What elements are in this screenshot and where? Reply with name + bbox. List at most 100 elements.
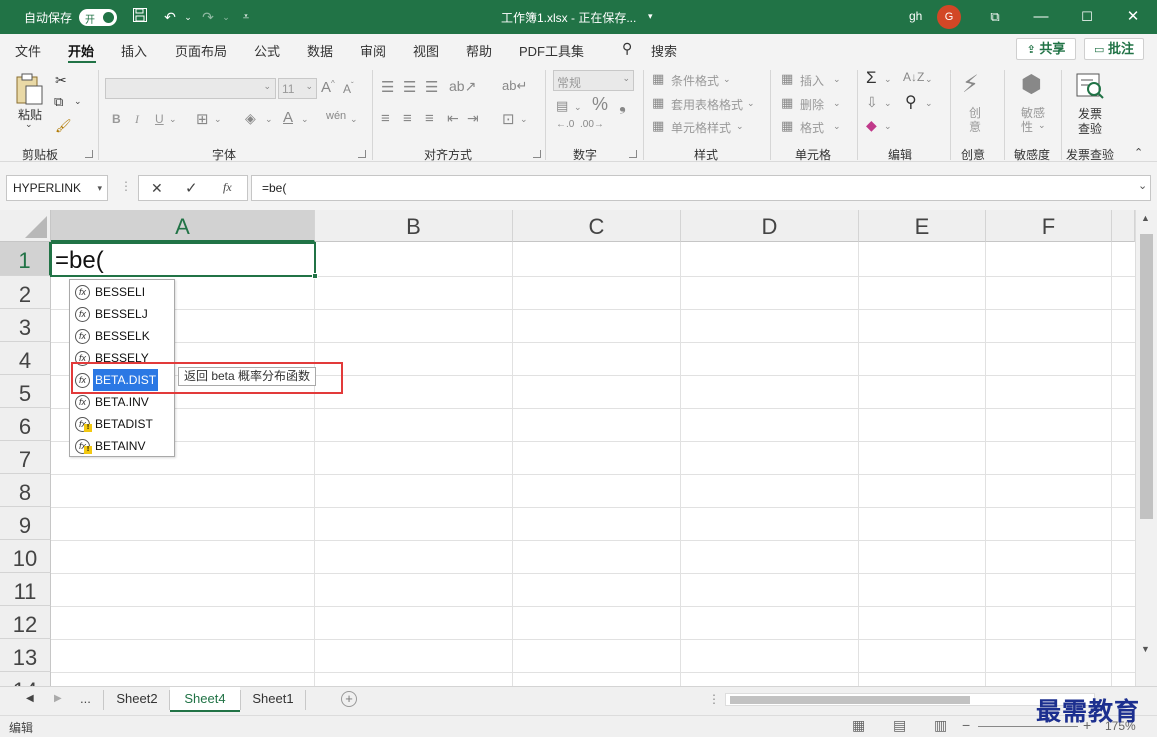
tab-view[interactable]: 视图 <box>413 41 439 60</box>
autocomplete-item[interactable]: fxBETADIST <box>73 413 173 435</box>
tab-help[interactable]: 帮助 <box>466 41 492 60</box>
autocomplete-item[interactable]: fx BESSELJ <box>73 303 173 325</box>
paste-button[interactable] <box>14 72 44 109</box>
invoice-check-line2[interactable]: 查验 <box>1078 120 1102 137</box>
row-header[interactable]: 4 <box>0 342 51 375</box>
tab-page-layout[interactable]: 页面布局 <box>175 41 227 60</box>
find-select-icon[interactable]: ⚲ <box>905 92 917 112</box>
prev-sheet-icon[interactable]: ◀ <box>26 693 34 704</box>
conditional-format-dropdown-icon[interactable]: ⌄ <box>723 74 731 85</box>
column-header-b[interactable]: B <box>315 210 513 242</box>
sort-filter-dropdown-icon[interactable]: ⌄ <box>925 74 933 85</box>
align-middle-icon[interactable]: ☰ <box>403 78 416 96</box>
fill-color-icon[interactable]: ◈ <box>245 110 256 127</box>
user-name[interactable]: gh <box>909 9 922 23</box>
insert-cells-button[interactable]: 插入 <box>800 72 824 89</box>
maximize-icon[interactable]: ☐ <box>1072 5 1102 29</box>
zoom-out-icon[interactable]: − <box>962 717 970 733</box>
share-button[interactable]: ⇪ 共享 <box>1016 38 1076 60</box>
name-box[interactable]: HYPERLINK ▾ <box>6 175 108 201</box>
column-header-e[interactable]: E <box>859 210 986 242</box>
row-header[interactable]: 6 <box>0 408 51 441</box>
page-break-view-icon[interactable]: ▥ <box>934 717 947 734</box>
minimize-icon[interactable]: — <box>1026 5 1056 29</box>
vertical-scrollbar[interactable]: ▲ ▼ <box>1135 210 1157 686</box>
search-icon[interactable]: ⚲ <box>622 40 632 57</box>
cut-icon[interactable]: ✂ <box>55 72 67 89</box>
wrap-text-icon[interactable]: ab↵ <box>502 78 527 94</box>
underline-button[interactable]: U <box>155 112 164 126</box>
select-all-button[interactable] <box>0 210 51 242</box>
row-header[interactable]: 9 <box>0 507 51 540</box>
orientation-icon[interactable]: ab↗ <box>449 78 476 95</box>
insert-function-icon[interactable]: fx <box>223 180 232 195</box>
cancel-entry-icon[interactable]: ✕ <box>151 180 163 197</box>
formula-input[interactable]: =be( <box>251 175 1151 201</box>
expand-formula-bar-icon[interactable]: ⌄ <box>1138 179 1147 192</box>
more-sheets-button[interactable]: ... <box>80 691 91 706</box>
font-size-select[interactable]: 11 ⌄ <box>278 78 317 99</box>
row-header[interactable]: 14 <box>0 672 51 686</box>
sheet-tab[interactable]: Sheet2 <box>105 687 169 712</box>
confirm-entry-icon[interactable]: ✓ <box>185 179 198 197</box>
format-as-table-button[interactable]: 套用表格格式 <box>671 96 743 113</box>
paste-dropdown-icon[interactable]: ⌄ <box>25 119 33 130</box>
find-select-dropdown-icon[interactable]: ⌄ <box>925 98 933 109</box>
delete-cells-button[interactable]: 删除 <box>800 96 824 113</box>
tab-data[interactable]: 数据 <box>307 41 333 60</box>
autocomplete-item[interactable]: fx BESSELI <box>73 281 173 303</box>
number-format-select[interactable]: 常规 ⌄ <box>553 70 634 91</box>
creative-icon[interactable]: ⚡ <box>962 70 979 99</box>
tab-split-grip-icon[interactable]: ⋮ <box>708 692 720 706</box>
decrease-indent-icon[interactable]: ⇤ <box>447 110 459 127</box>
fill-icon[interactable]: ⇩ <box>866 94 878 111</box>
row-header[interactable]: 2 <box>0 276 51 309</box>
undo-icon[interactable]: ↶ <box>160 7 180 27</box>
percent-button[interactable]: % <box>592 94 608 115</box>
copy-icon[interactable]: ⧉ <box>54 94 63 110</box>
tab-formulas[interactable]: 公式 <box>254 41 280 60</box>
column-header-a[interactable]: A <box>51 210 315 242</box>
merge-center-icon[interactable]: ⊡ <box>502 110 515 128</box>
phonetic-icon[interactable]: wén <box>326 110 346 122</box>
bold-button[interactable]: B <box>112 112 121 126</box>
alignment-launcher-icon[interactable] <box>533 150 541 158</box>
column-header-c[interactable]: C <box>513 210 681 242</box>
phonetic-dropdown-icon[interactable]: ⌄ <box>350 114 358 125</box>
next-sheet-icon[interactable]: ▶ <box>54 693 62 704</box>
comma-style-icon[interactable]: ❟ <box>619 94 626 115</box>
fill-dropdown-icon[interactable]: ⌄ <box>884 98 892 109</box>
tab-insert[interactable]: 插入 <box>121 41 147 60</box>
scroll-up-icon[interactable]: ▲ <box>1141 213 1150 223</box>
clear-dropdown-icon[interactable]: ⌄ <box>884 121 892 132</box>
font-name-select[interactable]: ⌄ <box>105 78 276 99</box>
sheet-tab[interactable]: Sheet1 <box>241 687 305 712</box>
merge-dropdown-icon[interactable]: ⌄ <box>520 114 528 125</box>
page-layout-view-icon[interactable]: ▤ <box>893 717 906 734</box>
clipboard-launcher-icon[interactable] <box>85 150 93 158</box>
collapse-ribbon-icon[interactable]: ⌃ <box>1134 146 1143 159</box>
autocomplete-item[interactable]: fxBETAINV <box>73 435 173 457</box>
save-icon[interactable] <box>130 7 150 27</box>
border-dropdown-icon[interactable]: ⌄ <box>214 114 222 125</box>
tab-review[interactable]: 审阅 <box>360 41 386 60</box>
tab-file[interactable]: 文件 <box>15 41 41 60</box>
delete-cells-dropdown-icon[interactable]: ⌄ <box>833 98 841 109</box>
underline-dropdown-icon[interactable]: ⌄ <box>169 114 177 125</box>
shrink-font-icon[interactable]: Aˇ <box>343 81 354 96</box>
redo-dropdown-icon[interactable]: ⌄ <box>216 7 236 27</box>
format-painter-icon[interactable]: 🖌 <box>55 118 72 134</box>
align-center-icon[interactable]: ≡ <box>403 110 412 127</box>
align-top-icon[interactable]: ☰ <box>381 78 394 96</box>
accounting-dropdown-icon[interactable]: ⌄ <box>574 102 582 113</box>
row-header[interactable]: 8 <box>0 474 51 507</box>
italic-button[interactable]: I <box>135 112 139 127</box>
row-header[interactable]: 13 <box>0 639 51 672</box>
clear-icon[interactable]: ◆ <box>866 117 877 134</box>
redo-icon[interactable]: ↷ <box>198 7 218 27</box>
increase-decimal-icon[interactable]: ←.0 <box>556 119 574 130</box>
active-cell-a1[interactable]: =be( <box>50 242 318 279</box>
row-header[interactable]: 11 <box>0 573 51 606</box>
row-header[interactable]: 10 <box>0 540 51 573</box>
row-header[interactable]: 5 <box>0 375 51 408</box>
